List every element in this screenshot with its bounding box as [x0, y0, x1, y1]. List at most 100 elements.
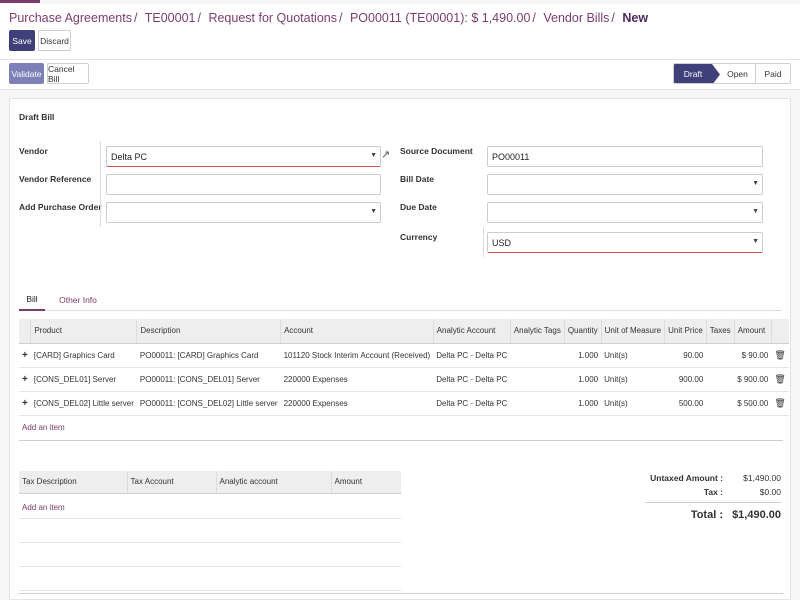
column-header-quantity[interactable]: Quantity: [563, 319, 602, 344]
cell-unit-price[interactable]: 500.00: [664, 391, 707, 416]
breadcrumb-item-te00001[interactable]: TE00001: [145, 11, 196, 25]
column-header-analytic-account[interactable]: Analytic Account: [432, 319, 511, 344]
add-purchase-order-field[interactable]: ▼: [106, 202, 381, 223]
breadcrumb-item-rfq[interactable]: Request for Quotations: [208, 11, 337, 25]
cell-analytic-account[interactable]: Delta PC - Delta PC: [433, 343, 511, 368]
caret-down-icon[interactable]: ▼: [752, 208, 759, 215]
table-row[interactable]: + [CONS_DEL02] Little server PO00011: [C…: [19, 391, 789, 416]
cell-account[interactable]: 101120 Stock Interim Account (Received): [280, 343, 434, 368]
cell-unit-price[interactable]: 90.00: [664, 343, 707, 368]
column-header-unit-price[interactable]: Unit Price: [664, 319, 707, 344]
column-header-product[interactable]: Product: [30, 319, 137, 344]
column-header-handle: [19, 319, 31, 344]
cell-uom[interactable]: Unit(s): [601, 391, 665, 416]
form-title: Draft Bill: [19, 112, 55, 122]
column-header-description[interactable]: Description: [136, 319, 281, 344]
vendor-label: Vendor: [19, 146, 48, 156]
table-row[interactable]: + [CONS_DEL01] Server PO00011: [CONS_DEL…: [19, 367, 789, 392]
tab-other-info[interactable]: Other Info: [53, 289, 103, 311]
cell-product[interactable]: [CARD] Graphics Card: [30, 343, 137, 368]
caret-down-icon[interactable]: ▼: [752, 238, 759, 245]
breadcrumb-item-purchase-agreements[interactable]: Purchase Agreements: [9, 11, 132, 25]
add-line-link[interactable]: Add an item: [22, 423, 65, 432]
field-separator: [100, 141, 101, 227]
total-label: Total :: [690, 508, 723, 521]
cell-amount: $ 500.00: [734, 391, 772, 416]
breadcrumb-item-vendor-bills[interactable]: Vendor Bills: [543, 11, 609, 25]
cell-taxes[interactable]: [706, 367, 735, 392]
cell-analytic-tags[interactable]: [510, 367, 565, 392]
bill-date-field[interactable]: ▼: [487, 174, 763, 195]
cell-product[interactable]: [CONS_DEL02] Little server: [30, 391, 137, 416]
plus-handle-icon[interactable]: +: [19, 343, 31, 368]
column-header-amount[interactable]: Amount: [733, 319, 772, 344]
discard-button[interactable]: Discard: [38, 30, 71, 51]
column-header-tax-account[interactable]: Tax Account: [126, 471, 216, 494]
table-row[interactable]: + [CARD] Graphics Card PO00011: [CARD] G…: [19, 343, 789, 368]
cell-unit-price[interactable]: 900.00: [664, 367, 707, 392]
notebook-tabs: Bill Other Info: [19, 289, 781, 311]
column-header-uom[interactable]: Unit of Measure: [600, 319, 665, 344]
caret-down-icon[interactable]: ▼: [370, 208, 377, 215]
breadcrumb-separator: /: [134, 11, 138, 25]
cell-description[interactable]: PO00011: [CARD] Graphics Card: [136, 343, 281, 368]
cell-quantity[interactable]: 1.000: [564, 367, 602, 392]
breadcrumb-separator: /: [611, 11, 615, 25]
column-header-tax-amount[interactable]: Amount: [330, 471, 401, 494]
cell-uom[interactable]: Unit(s): [601, 367, 665, 392]
tax-amount-label: Tax :: [703, 487, 723, 497]
total-row: Total : $1,490.00: [645, 502, 781, 522]
source-document-value: PO00011: [492, 151, 530, 162]
table-header-row: Product Description Account Analytic Acc…: [19, 319, 789, 344]
currency-value: USD: [492, 237, 512, 248]
untaxed-amount-row: Untaxed Amount : $1,490.00: [645, 471, 781, 485]
due-date-field[interactable]: ▼: [487, 202, 763, 223]
validate-button[interactable]: Validate: [9, 63, 44, 84]
column-header-account[interactable]: Account: [280, 319, 434, 344]
tab-bill[interactable]: Bill: [19, 289, 45, 311]
cell-product[interactable]: [CONS_DEL01] Server: [30, 367, 137, 392]
cell-taxes[interactable]: [706, 343, 735, 368]
vendor-reference-field[interactable]: [106, 174, 381, 195]
currency-label: Currency: [400, 232, 438, 242]
cell-quantity[interactable]: 1.000: [564, 391, 602, 416]
column-header-tax-analytic-account[interactable]: Analytic account: [215, 471, 331, 494]
save-button[interactable]: Save: [9, 30, 35, 51]
source-document-field[interactable]: PO00011: [487, 146, 763, 167]
column-header-taxes[interactable]: Taxes: [705, 319, 735, 344]
cell-quantity[interactable]: 1.000: [564, 343, 602, 368]
column-header-delete: [770, 319, 789, 344]
column-header-analytic-tags[interactable]: Analytic Tags: [509, 319, 565, 344]
vendor-field[interactable]: Delta PC ▼: [106, 146, 381, 167]
plus-handle-icon[interactable]: +: [19, 391, 31, 416]
trash-icon[interactable]: 🗑: [771, 391, 789, 416]
cell-account[interactable]: 220000 Expenses: [280, 391, 434, 416]
breadcrumb-separator: /: [338, 11, 343, 25]
breadcrumb-item-po00011[interactable]: PO00011 (TE00001): $ 1,490.00: [350, 11, 530, 25]
vendor-value: Delta PC: [111, 151, 148, 162]
lines-table-footer-divider: [19, 440, 783, 441]
caret-down-icon[interactable]: ▼: [752, 180, 759, 187]
cell-analytic-tags[interactable]: [510, 343, 565, 368]
plus-handle-icon[interactable]: +: [19, 367, 31, 392]
cell-description[interactable]: PO00011: [CONS_DEL01] Server: [136, 367, 281, 392]
stage-open[interactable]: Open: [720, 64, 756, 83]
column-header-tax-description[interactable]: Tax Description: [19, 471, 127, 494]
total-value: $1,490.00: [732, 508, 781, 521]
caret-down-icon[interactable]: ▼: [370, 152, 377, 159]
tax-amount-row: Tax : $0.00: [645, 485, 781, 499]
cell-analytic-account[interactable]: Delta PC - Delta PC: [433, 391, 511, 416]
cell-taxes[interactable]: [706, 391, 735, 416]
trash-icon[interactable]: 🗑: [771, 343, 789, 368]
trash-icon[interactable]: 🗑: [771, 367, 789, 392]
cancel-bill-button[interactable]: Cancel Bill: [47, 63, 89, 84]
cell-description[interactable]: PO00011: [CONS_DEL02] Little server: [136, 391, 281, 416]
cell-account[interactable]: 220000 Expenses: [280, 367, 434, 392]
stage-paid[interactable]: Paid: [756, 64, 790, 83]
cell-uom[interactable]: Unit(s): [601, 343, 665, 368]
currency-field[interactable]: USD ▼: [487, 232, 763, 253]
cell-analytic-tags[interactable]: [510, 391, 565, 416]
source-document-label: Source Document: [400, 146, 473, 156]
cell-analytic-account[interactable]: Delta PC - Delta PC: [433, 367, 511, 392]
external-link-icon[interactable]: ↗: [381, 148, 390, 161]
